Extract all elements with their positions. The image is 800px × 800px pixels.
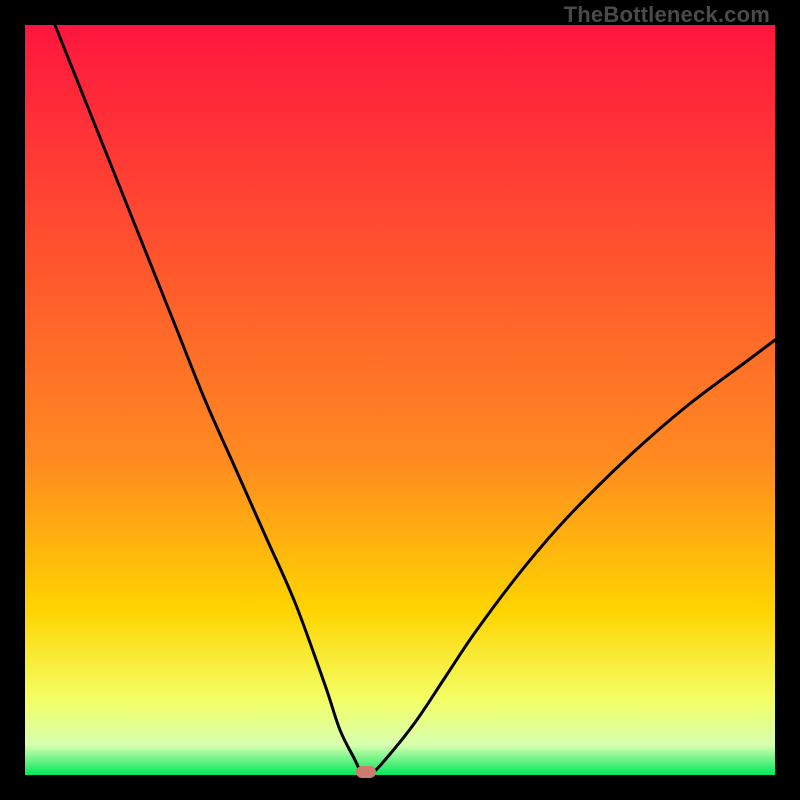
optimum-marker bbox=[356, 766, 376, 778]
plot-frame bbox=[25, 25, 775, 775]
plot-area bbox=[25, 25, 775, 775]
bottleneck-curve bbox=[25, 25, 775, 775]
watermark-text: TheBottleneck.com bbox=[564, 2, 770, 28]
